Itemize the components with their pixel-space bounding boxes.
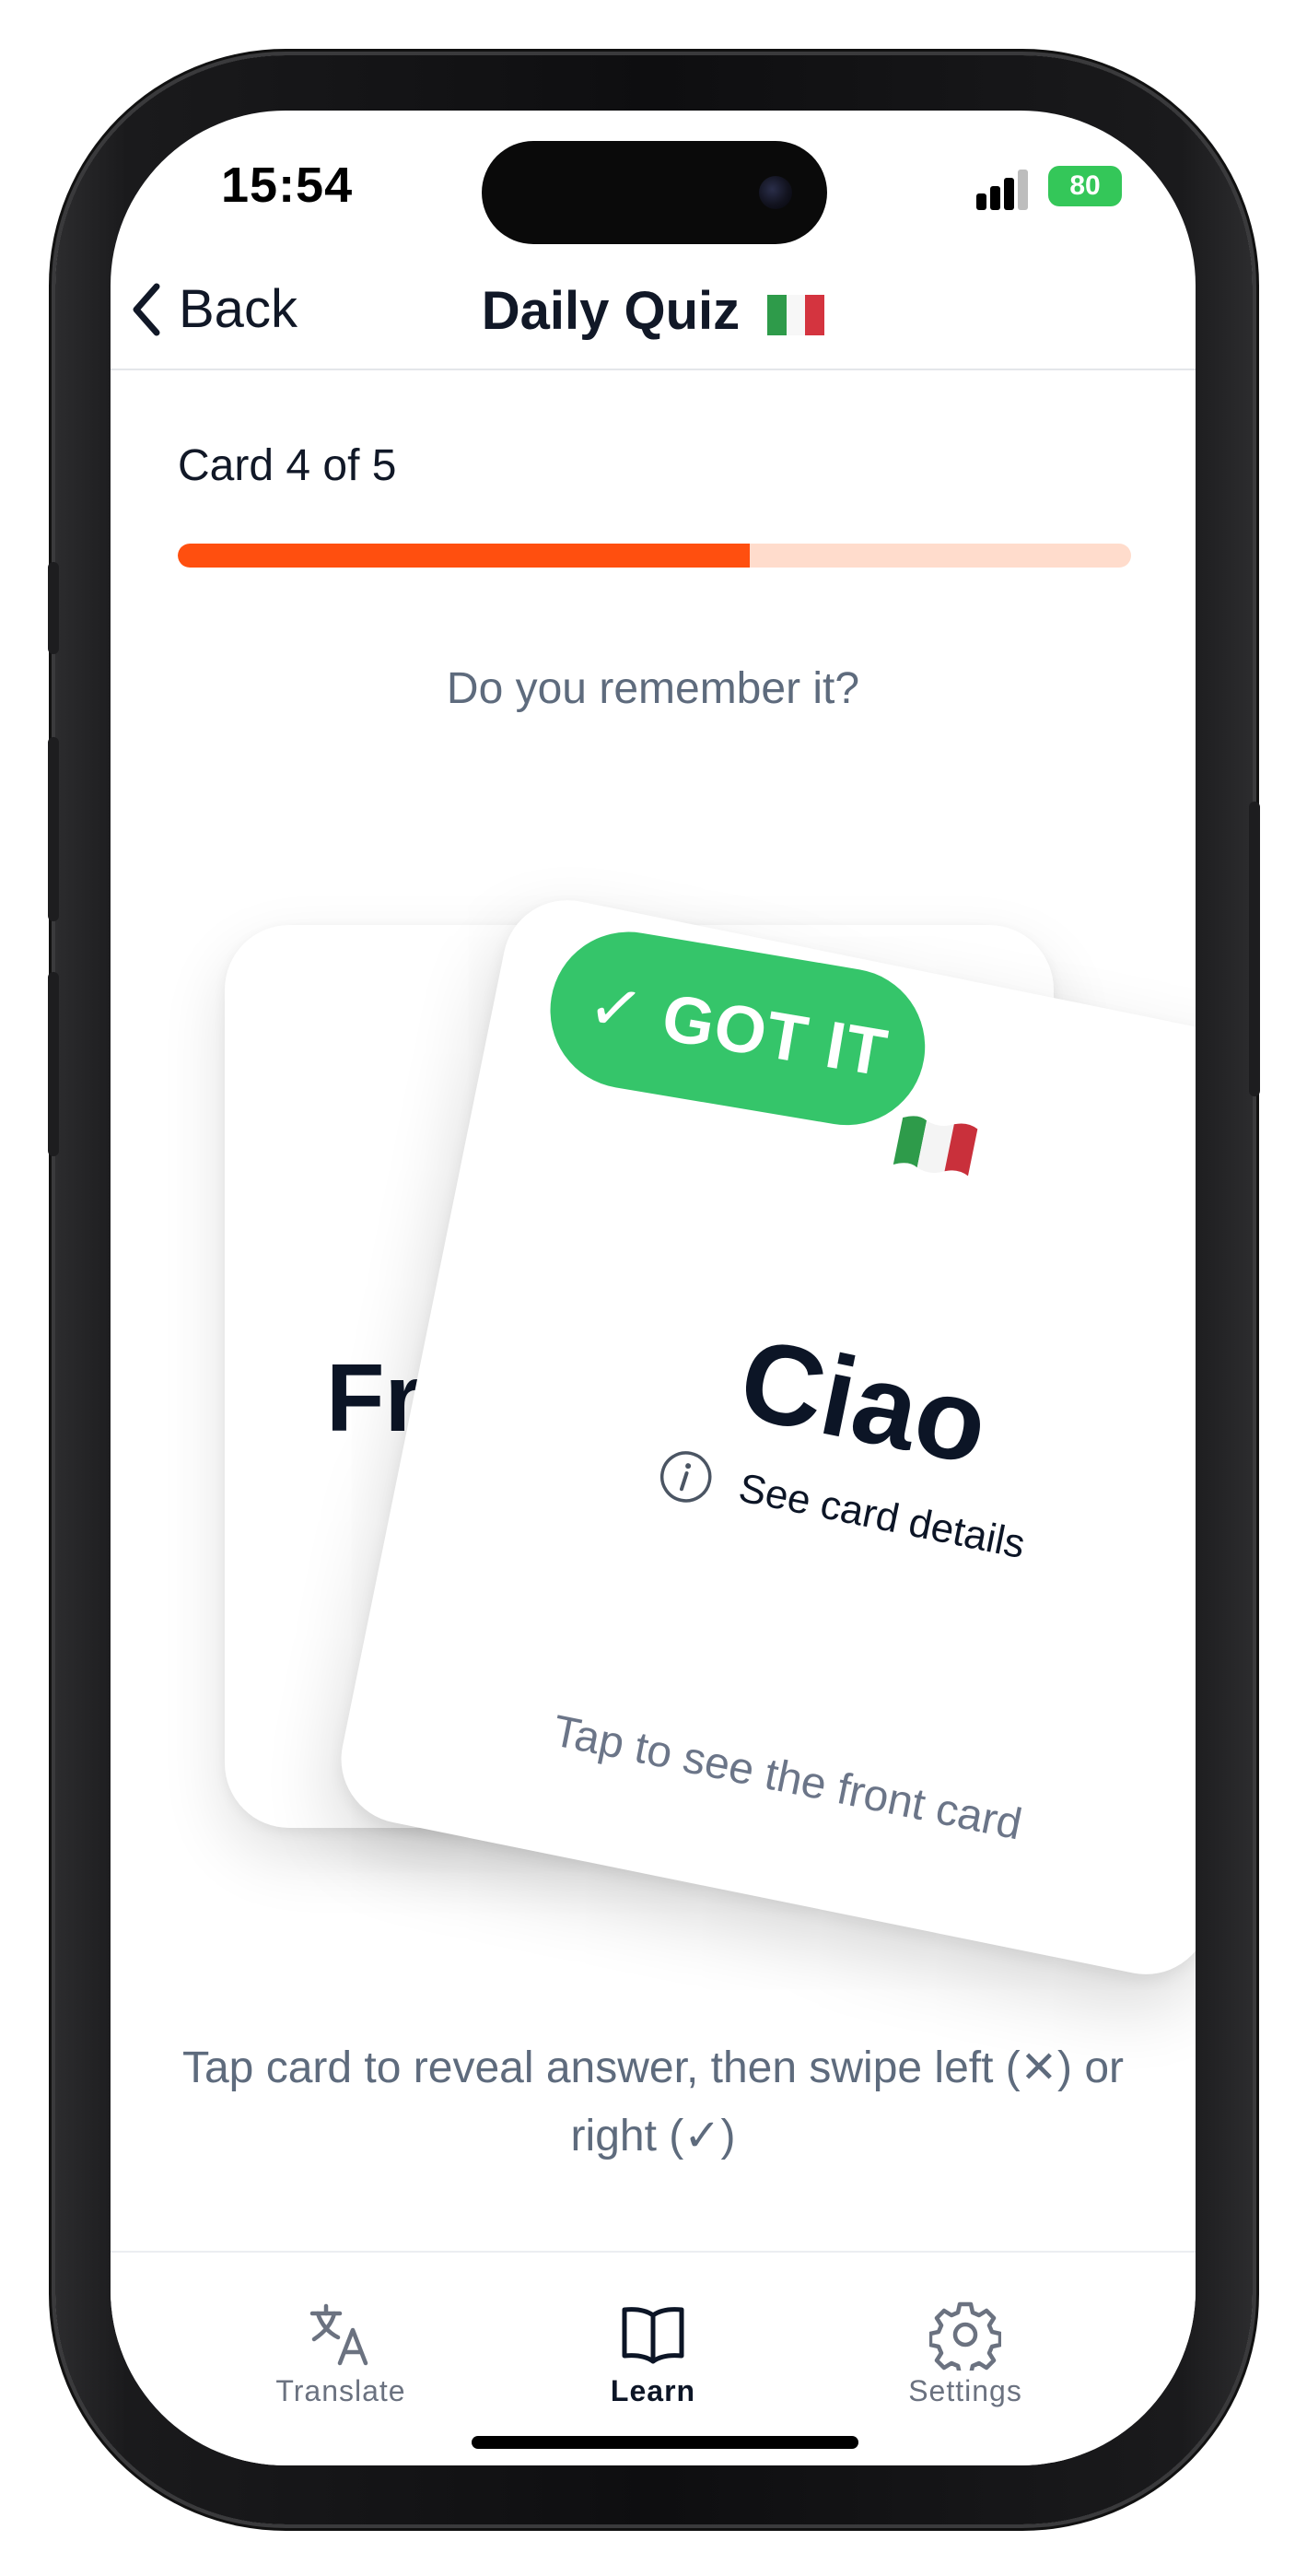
tab-bar: Translate Learn Settings bbox=[111, 2251, 1196, 2465]
tab-label-learn: Learn bbox=[610, 2374, 696, 2407]
power-button bbox=[1249, 802, 1260, 1096]
gear-icon bbox=[929, 2301, 1001, 2371]
swipe-instructions: Tap card to reveal answer, then swipe le… bbox=[181, 2043, 1124, 2160]
page-title: Daily Quiz bbox=[111, 280, 1196, 342]
quiz-prompt: Do you remember it? bbox=[446, 664, 860, 713]
tab-settings[interactable]: Settings bbox=[855, 2299, 1076, 2408]
volume-down-button bbox=[48, 972, 59, 1156]
home-indicator[interactable] bbox=[472, 2436, 858, 2449]
tab-label-translate: Translate bbox=[275, 2374, 406, 2407]
volume-up-button bbox=[48, 737, 59, 921]
translate-icon bbox=[309, 2303, 368, 2366]
dynamic-island bbox=[482, 141, 827, 244]
progress-bar bbox=[178, 544, 1131, 568]
action-button bbox=[48, 562, 59, 654]
battery-level: 80 bbox=[1069, 170, 1101, 201]
book-icon bbox=[622, 2307, 684, 2364]
card-counter: Card 4 of 5 bbox=[178, 441, 397, 490]
tap-hint: Tap to see the front card bbox=[548, 1706, 1026, 1850]
camera-icon bbox=[759, 176, 792, 209]
progress-fill bbox=[178, 544, 750, 568]
tab-translate[interactable]: Translate bbox=[230, 2299, 451, 2408]
tab-label-settings: Settings bbox=[908, 2374, 1022, 2407]
signal-icon bbox=[976, 170, 1041, 210]
italy-flag-icon bbox=[893, 1116, 978, 1177]
screen: 15:54 80 Back Daily Quiz Card 4 of 5 Do … bbox=[111, 111, 1196, 2465]
navigation-bar: Back Daily Quiz bbox=[111, 258, 1196, 370]
italy-flag-icon bbox=[767, 294, 825, 335]
status-time: 15:54 bbox=[221, 158, 354, 213]
tab-learn[interactable]: Learn bbox=[543, 2299, 764, 2408]
battery-icon: 80 bbox=[1048, 166, 1122, 206]
page-title-text: Daily Quiz bbox=[481, 281, 741, 341]
info-icon bbox=[660, 1451, 712, 1503]
